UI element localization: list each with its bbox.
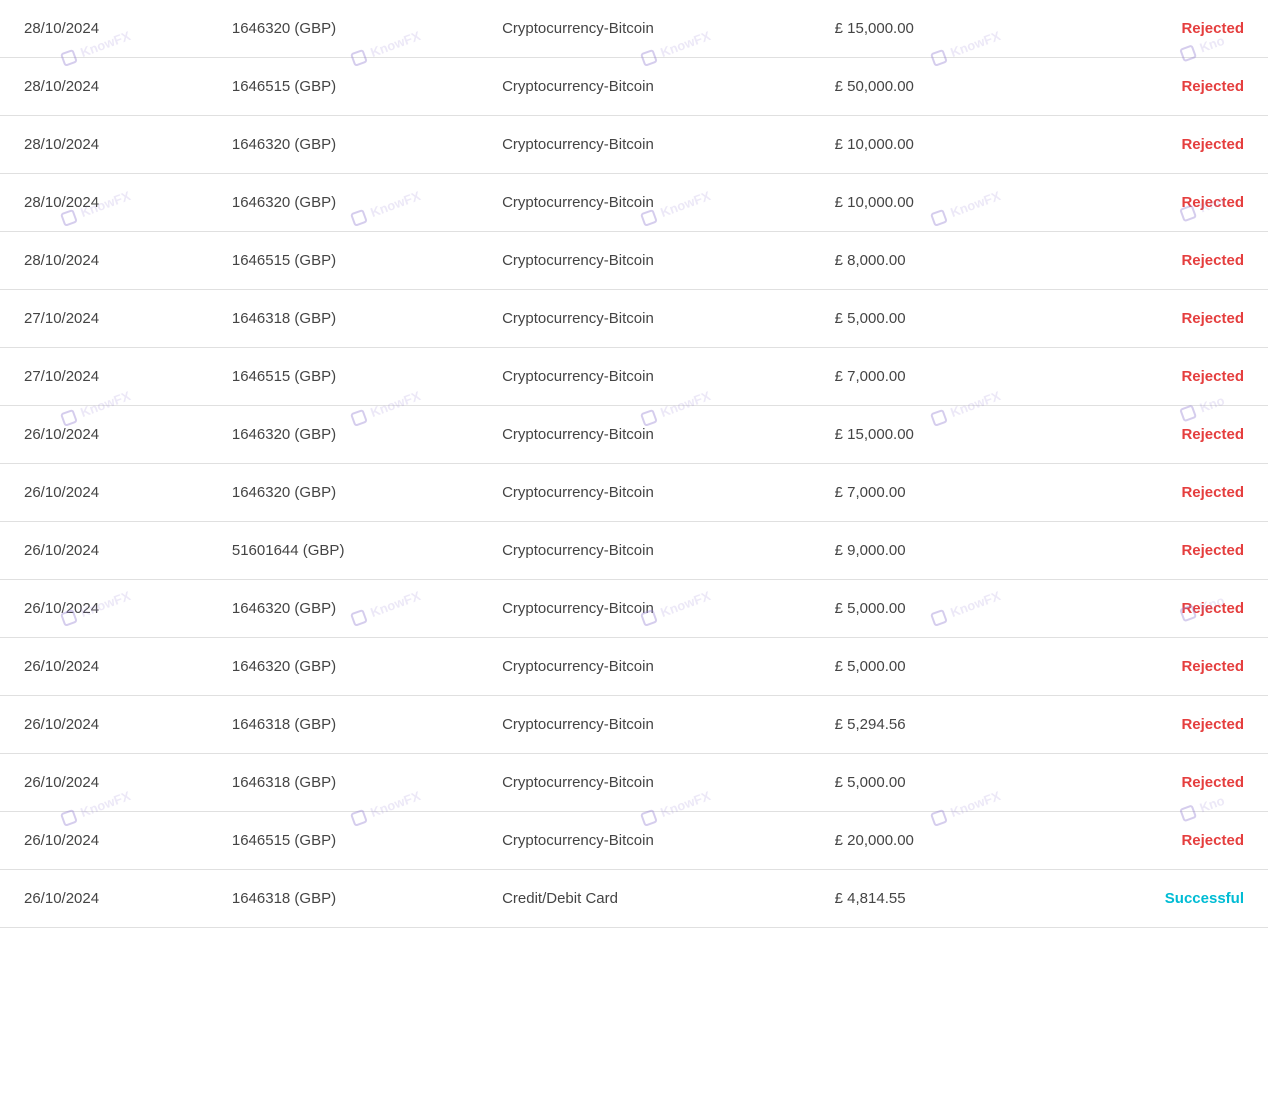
transaction-amount: £ 10,000.00 xyxy=(811,116,1060,174)
transaction-date: 26/10/2024 xyxy=(0,754,208,812)
transaction-date: 26/10/2024 xyxy=(0,638,208,696)
transaction-method: Cryptocurrency-Bitcoin xyxy=(478,638,811,696)
table-row: 26/10/2024 1646318 (GBP) Cryptocurrency-… xyxy=(0,754,1268,812)
transaction-status: Rejected xyxy=(1060,116,1268,174)
transaction-account: 1646320 (GBP) xyxy=(208,116,478,174)
transaction-amount: £ 8,000.00 xyxy=(811,232,1060,290)
table-row: 26/10/2024 1646320 (GBP) Cryptocurrency-… xyxy=(0,580,1268,638)
transactions-table: 28/10/2024 1646320 (GBP) Cryptocurrency-… xyxy=(0,0,1268,928)
transaction-method: Cryptocurrency-Bitcoin xyxy=(478,174,811,232)
transaction-account: 1646318 (GBP) xyxy=(208,290,478,348)
transaction-status: Rejected xyxy=(1060,232,1268,290)
table-row: 26/10/2024 1646320 (GBP) Cryptocurrency-… xyxy=(0,638,1268,696)
transaction-amount: £ 5,000.00 xyxy=(811,580,1060,638)
transactions-table-container: 28/10/2024 1646320 (GBP) Cryptocurrency-… xyxy=(0,0,1268,928)
transaction-account: 1646318 (GBP) xyxy=(208,754,478,812)
transaction-date: 26/10/2024 xyxy=(0,464,208,522)
transaction-amount: £ 15,000.00 xyxy=(811,0,1060,58)
table-row: 26/10/2024 1646320 (GBP) Cryptocurrency-… xyxy=(0,464,1268,522)
transaction-status: Rejected xyxy=(1060,638,1268,696)
transaction-method: Credit/Debit Card xyxy=(478,870,811,928)
transaction-date: 26/10/2024 xyxy=(0,696,208,754)
transaction-status: Rejected xyxy=(1060,58,1268,116)
transaction-date: 28/10/2024 xyxy=(0,116,208,174)
table-row: 26/10/2024 1646515 (GBP) Cryptocurrency-… xyxy=(0,812,1268,870)
transaction-status: Rejected xyxy=(1060,754,1268,812)
transaction-status: Rejected xyxy=(1060,464,1268,522)
table-row: 28/10/2024 1646320 (GBP) Cryptocurrency-… xyxy=(0,0,1268,58)
table-row: 27/10/2024 1646515 (GBP) Cryptocurrency-… xyxy=(0,348,1268,406)
transaction-amount: £ 5,294.56 xyxy=(811,696,1060,754)
transaction-amount: £ 5,000.00 xyxy=(811,638,1060,696)
transaction-status: Rejected xyxy=(1060,290,1268,348)
transaction-account: 1646318 (GBP) xyxy=(208,870,478,928)
transaction-status: Rejected xyxy=(1060,522,1268,580)
transaction-date: 26/10/2024 xyxy=(0,580,208,638)
transaction-date: 28/10/2024 xyxy=(0,58,208,116)
transaction-account: 1646318 (GBP) xyxy=(208,696,478,754)
transaction-method: Cryptocurrency-Bitcoin xyxy=(478,406,811,464)
transaction-amount: £ 20,000.00 xyxy=(811,812,1060,870)
transaction-date: 28/10/2024 xyxy=(0,232,208,290)
transaction-status: Rejected xyxy=(1060,696,1268,754)
table-row: 28/10/2024 1646320 (GBP) Cryptocurrency-… xyxy=(0,174,1268,232)
transaction-method: Cryptocurrency-Bitcoin xyxy=(478,116,811,174)
transaction-amount: £ 5,000.00 xyxy=(811,754,1060,812)
transaction-status: Rejected xyxy=(1060,174,1268,232)
transaction-method: Cryptocurrency-Bitcoin xyxy=(478,348,811,406)
transaction-account: 1646320 (GBP) xyxy=(208,638,478,696)
table-row: 26/10/2024 1646318 (GBP) Credit/Debit Ca… xyxy=(0,870,1268,928)
transaction-amount: £ 9,000.00 xyxy=(811,522,1060,580)
transaction-method: Cryptocurrency-Bitcoin xyxy=(478,522,811,580)
transaction-amount: £ 15,000.00 xyxy=(811,406,1060,464)
transaction-status: Rejected xyxy=(1060,406,1268,464)
transaction-account: 1646320 (GBP) xyxy=(208,406,478,464)
table-row: 28/10/2024 1646515 (GBP) Cryptocurrency-… xyxy=(0,58,1268,116)
transaction-status: Rejected xyxy=(1060,812,1268,870)
transaction-amount: £ 50,000.00 xyxy=(811,58,1060,116)
transaction-account: 1646515 (GBP) xyxy=(208,812,478,870)
transaction-method: Cryptocurrency-Bitcoin xyxy=(478,812,811,870)
transaction-account: 51601644 (GBP) xyxy=(208,522,478,580)
transaction-method: Cryptocurrency-Bitcoin xyxy=(478,464,811,522)
table-row: 26/10/2024 51601644 (GBP) Cryptocurrency… xyxy=(0,522,1268,580)
transaction-date: 27/10/2024 xyxy=(0,348,208,406)
transaction-method: Cryptocurrency-Bitcoin xyxy=(478,290,811,348)
transaction-method: Cryptocurrency-Bitcoin xyxy=(478,580,811,638)
transaction-account: 1646515 (GBP) xyxy=(208,348,478,406)
transaction-method: Cryptocurrency-Bitcoin xyxy=(478,754,811,812)
transaction-status: Rejected xyxy=(1060,348,1268,406)
transaction-amount: £ 4,814.55 xyxy=(811,870,1060,928)
table-row: 28/10/2024 1646320 (GBP) Cryptocurrency-… xyxy=(0,116,1268,174)
transaction-amount: £ 5,000.00 xyxy=(811,290,1060,348)
transaction-amount: £ 7,000.00 xyxy=(811,464,1060,522)
transaction-account: 1646515 (GBP) xyxy=(208,232,478,290)
transaction-method: Cryptocurrency-Bitcoin xyxy=(478,0,811,58)
transaction-account: 1646320 (GBP) xyxy=(208,0,478,58)
transaction-method: Cryptocurrency-Bitcoin xyxy=(478,696,811,754)
table-row: 28/10/2024 1646515 (GBP) Cryptocurrency-… xyxy=(0,232,1268,290)
transaction-status: Rejected xyxy=(1060,0,1268,58)
table-row: 27/10/2024 1646318 (GBP) Cryptocurrency-… xyxy=(0,290,1268,348)
transaction-date: 26/10/2024 xyxy=(0,522,208,580)
transaction-account: 1646320 (GBP) xyxy=(208,174,478,232)
transaction-amount: £ 10,000.00 xyxy=(811,174,1060,232)
table-row: 26/10/2024 1646318 (GBP) Cryptocurrency-… xyxy=(0,696,1268,754)
transaction-date: 28/10/2024 xyxy=(0,0,208,58)
transaction-date: 26/10/2024 xyxy=(0,406,208,464)
transaction-account: 1646320 (GBP) xyxy=(208,464,478,522)
transaction-status: Rejected xyxy=(1060,580,1268,638)
transaction-date: 28/10/2024 xyxy=(0,174,208,232)
transaction-amount: £ 7,000.00 xyxy=(811,348,1060,406)
transaction-status: Successful xyxy=(1060,870,1268,928)
transaction-method: Cryptocurrency-Bitcoin xyxy=(478,58,811,116)
transaction-account: 1646320 (GBP) xyxy=(208,580,478,638)
table-row: 26/10/2024 1646320 (GBP) Cryptocurrency-… xyxy=(0,406,1268,464)
transaction-account: 1646515 (GBP) xyxy=(208,58,478,116)
transaction-date: 26/10/2024 xyxy=(0,870,208,928)
transaction-date: 26/10/2024 xyxy=(0,812,208,870)
transaction-method: Cryptocurrency-Bitcoin xyxy=(478,232,811,290)
transaction-date: 27/10/2024 xyxy=(0,290,208,348)
